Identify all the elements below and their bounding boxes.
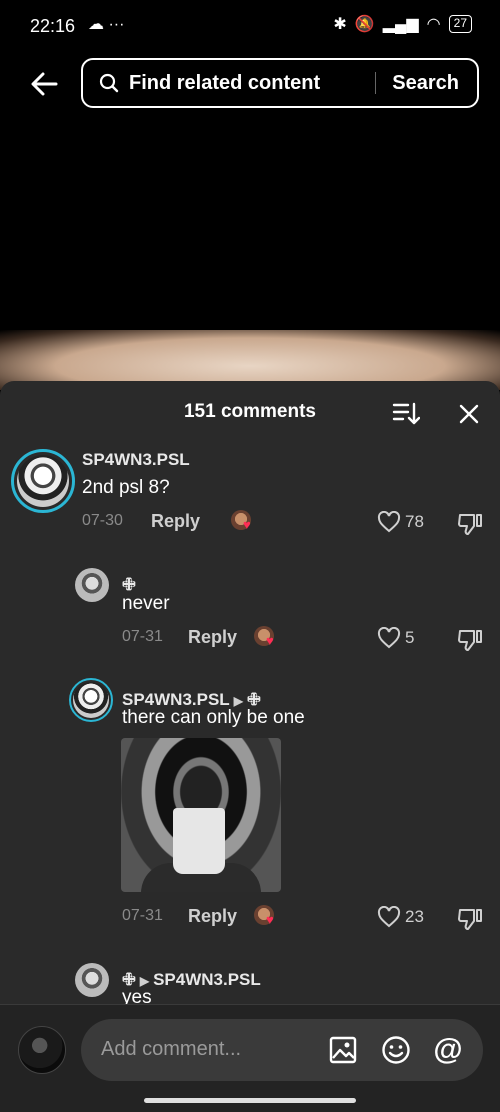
comment-input[interactable]: Add comment... @ — [81, 1019, 483, 1081]
mute-icon: 🔕 — [354, 16, 375, 33]
like-count: 23 — [405, 907, 424, 926]
notification-icons: ☁ ··· — [88, 16, 125, 33]
creator-liked-badge: ♥ — [254, 626, 280, 648]
avatar[interactable] — [75, 568, 109, 602]
reply-button[interactable]: Reply — [151, 511, 200, 532]
dislike-icon[interactable] — [457, 512, 483, 536]
comment-text: there can only be one — [122, 707, 305, 728]
comment-composer: Add comment... @ — [0, 1004, 500, 1112]
comments-header: 151 comments — [0, 381, 500, 443]
avatar-image — [17, 455, 69, 507]
reply-button[interactable]: Reply — [188, 627, 237, 648]
comment-input-placeholder[interactable]: Add comment... — [101, 1038, 241, 1061]
like-button[interactable]: 5 — [377, 627, 414, 649]
search-button[interactable]: Search — [392, 72, 459, 95]
search-icon — [99, 72, 121, 94]
mention-icon[interactable]: @ — [433, 1033, 463, 1066]
reply-arrow-icon: ▶ — [233, 694, 243, 708]
heart-outline-icon — [377, 511, 401, 533]
sort-icon[interactable] — [392, 401, 420, 427]
search-input[interactable]: Find related content — [129, 72, 375, 95]
avatar[interactable] — [75, 963, 109, 997]
status-bar: 22:16 ☁ ··· ✱ 🔕 ▂▄▆ ◠ 27 — [0, 0, 500, 56]
status-time: 22:16 — [30, 16, 76, 36]
heart-icon: ♥ — [266, 633, 274, 648]
close-icon[interactable] — [457, 402, 481, 426]
status-right: ✱ 🔕 ▂▄▆ ◠ 27 — [333, 14, 472, 34]
search-divider — [374, 72, 377, 94]
arrow-left-icon — [31, 72, 58, 96]
comment-date: 07-30 — [82, 512, 123, 529]
heart-outline-icon — [377, 906, 401, 928]
search-bar[interactable]: Find related content Search — [81, 58, 479, 108]
my-avatar[interactable] — [18, 1026, 66, 1074]
like-button[interactable]: 78 — [377, 511, 424, 533]
dislike-icon[interactable] — [457, 907, 483, 931]
comment-image[interactable] — [121, 738, 281, 892]
comment-username[interactable]: SP4WN3.PSL — [82, 450, 190, 470]
reply-arrow-icon: ▶ — [139, 974, 150, 988]
comments-count-title: 151 comments — [183, 401, 316, 422]
comments-panel: 151 comments SP4WN3.PSL 2nd psl 8? 07-30… — [0, 381, 500, 1112]
dislike-icon[interactable] — [457, 628, 483, 652]
emoji-icon[interactable] — [381, 1035, 411, 1065]
heart-icon: ♥ — [266, 912, 274, 927]
comment-text: 2nd psl 8? — [82, 477, 170, 498]
avatar[interactable] — [11, 449, 75, 513]
home-indicator[interactable] — [144, 1098, 356, 1103]
wifi-icon: ◠ — [426, 16, 441, 33]
like-count: 5 — [405, 628, 415, 647]
reply-button[interactable]: Reply — [188, 906, 237, 927]
image-icon[interactable] — [328, 1035, 358, 1065]
comment-date: 07-31 — [122, 907, 163, 924]
creator-liked-badge: ♥ — [254, 905, 280, 927]
comment-text: never — [122, 593, 170, 614]
heart-outline-icon — [377, 627, 401, 649]
bluetooth-icon: ✱ — [333, 16, 347, 33]
image-face — [173, 808, 225, 874]
avatar[interactable] — [69, 678, 113, 722]
like-count: 78 — [405, 512, 424, 531]
back-button[interactable] — [26, 66, 62, 102]
avatar-image — [73, 682, 109, 718]
battery-indicator: 27 — [448, 15, 472, 33]
signal-icon: ▂▄▆ — [382, 16, 419, 33]
like-button[interactable]: 23 — [377, 906, 424, 928]
comment-date: 07-31 — [122, 628, 163, 645]
creator-liked-badge: ♥ — [231, 510, 257, 532]
reply-to-username[interactable]: SP4WN3.PSL — [153, 970, 261, 989]
heart-icon: ♥ — [243, 517, 251, 532]
